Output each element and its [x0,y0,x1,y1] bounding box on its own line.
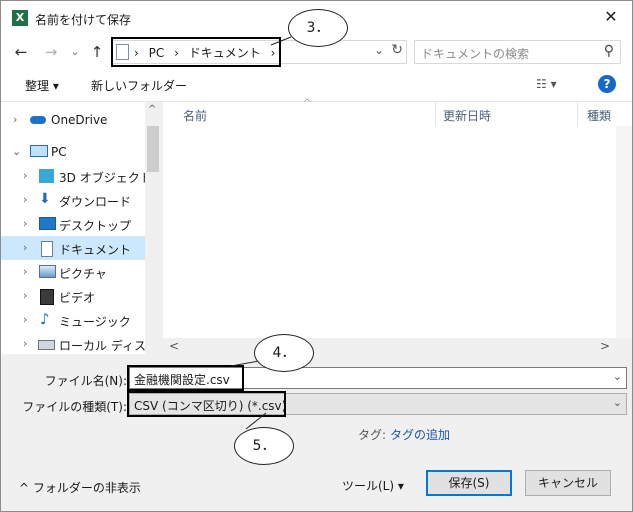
annotation-pointers [230,36,292,430]
save-as-dialog: X 名前を付けて保存 ✕ ← → ⌄ ↑ › PC › ドキュメント › ⌄ ↻… [0,0,633,512]
callout-3: 3． [288,9,348,47]
callout-pointer [230,360,260,367]
callout-pointer [270,36,292,46]
callout-4: 4． [254,334,314,372]
callout-5: 5． [234,427,294,465]
